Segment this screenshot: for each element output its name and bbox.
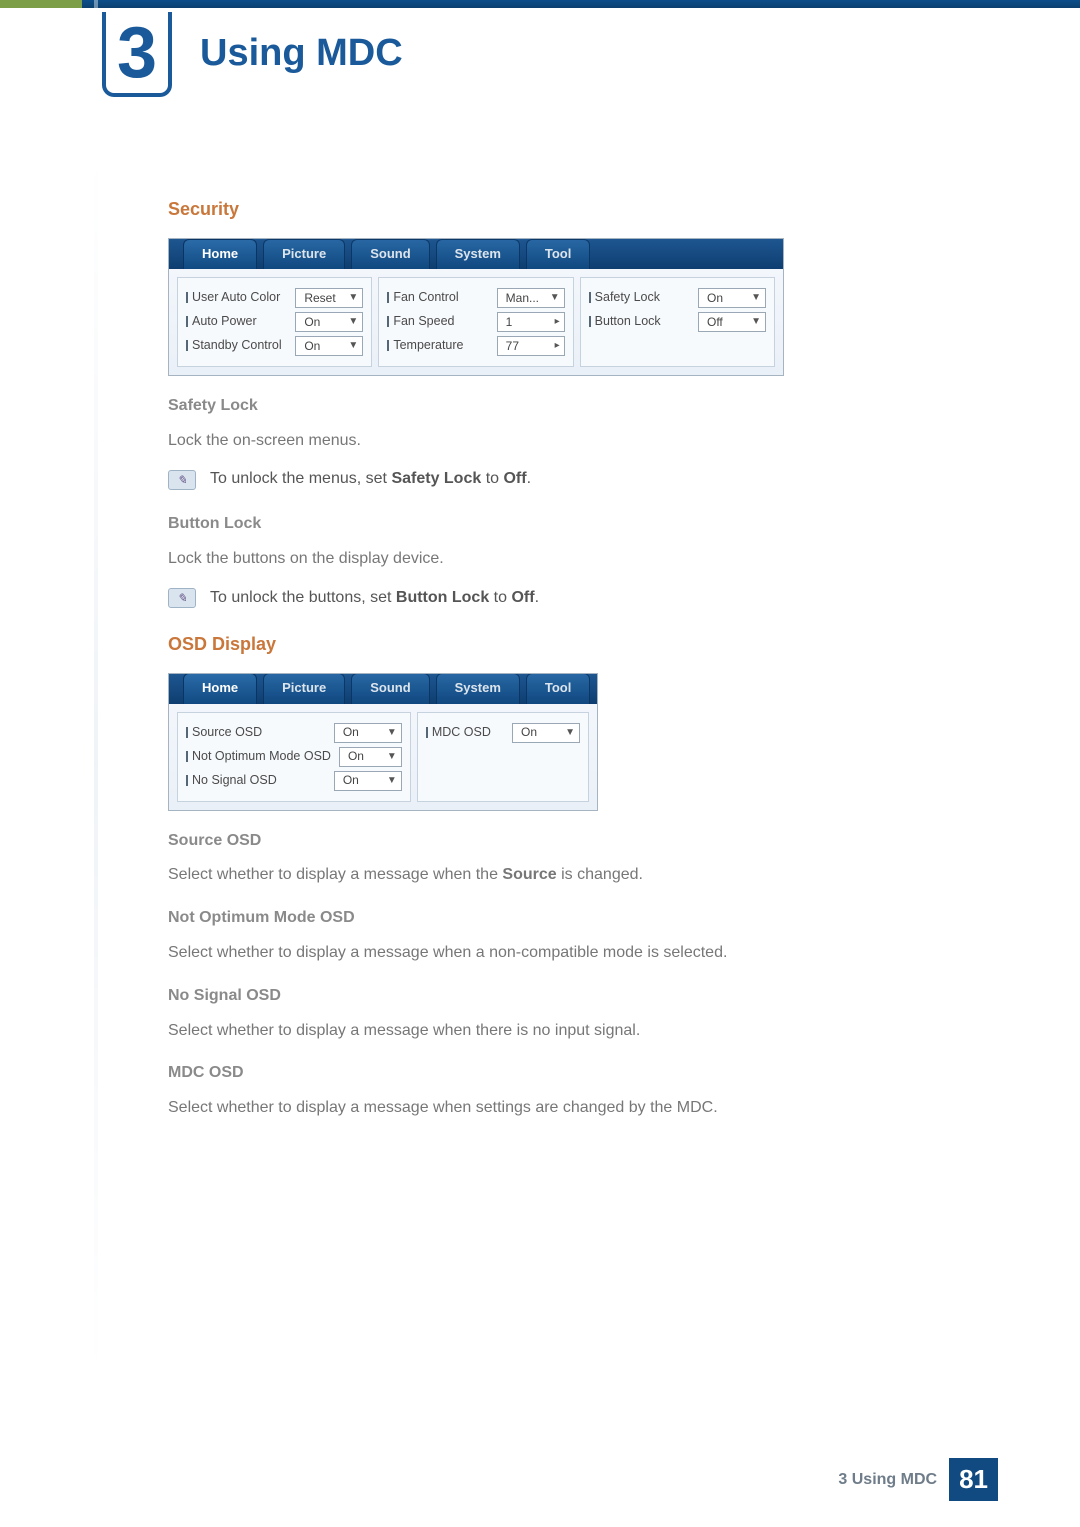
note-text: To unlock the buttons, set Button Lock t… [210, 586, 539, 611]
security-heading: Security [168, 196, 948, 224]
button-lock-desc: Lock the buttons on the display device. [168, 547, 948, 572]
mdc-osd-subheading: MDC OSD [168, 1061, 948, 1086]
note-icon: ✎ [168, 588, 196, 608]
safety-lock-desc: Lock the on-screen menus. [168, 429, 948, 454]
security-tab-row: Home Picture Sound System Tool [169, 239, 783, 269]
tab-sound[interactable]: Sound [351, 239, 429, 269]
tab-tool[interactable]: Tool [526, 239, 590, 269]
chevron-down-icon: ▼ [387, 749, 397, 765]
chapter-number-badge: 3 [102, 12, 172, 97]
tab-system[interactable]: System [436, 239, 520, 269]
auto-power-select[interactable]: On ▼ [295, 312, 363, 332]
chapter-number: 3 [117, 12, 157, 94]
tab-tool[interactable]: Tool [526, 673, 590, 703]
no-signal-osd-label: No Signal OSD [186, 771, 277, 790]
chevron-down-icon: ▼ [751, 314, 761, 330]
tab-home[interactable]: Home [183, 239, 257, 269]
fan-control-label: Fan Control [387, 288, 458, 307]
chapter-title: Using MDC [200, 32, 403, 75]
chevron-down-icon: ▼ [387, 725, 397, 741]
source-osd-desc: Select whether to display a message when… [168, 863, 948, 888]
source-osd-select[interactable]: On ▼ [334, 723, 402, 743]
not-optimum-osd-select[interactable]: On ▼ [339, 747, 402, 767]
standby-control-select[interactable]: On ▼ [295, 336, 363, 356]
tab-home[interactable]: Home [183, 673, 257, 703]
security-col-3: Safety Lock On ▼ Button Lock Off ▼ [580, 277, 775, 367]
mdc-osd-desc: Select whether to display a message when… [168, 1096, 948, 1121]
chevron-down-icon: ▼ [387, 773, 397, 789]
no-signal-desc: Select whether to display a message when… [168, 1019, 948, 1044]
not-optimum-osd-label: Not Optimum Mode OSD [186, 747, 331, 766]
fan-speed-label: Fan Speed [387, 312, 454, 331]
safety-lock-label: Safety Lock [589, 288, 660, 307]
note-text: To unlock the menus, set Safety Lock to … [210, 467, 531, 492]
button-lock-label: Button Lock [589, 312, 661, 331]
chevron-down-icon: ▼ [565, 725, 575, 741]
fan-control-select[interactable]: Man... ▼ [497, 288, 565, 308]
chevron-down-icon: ▼ [348, 290, 358, 306]
osd-tab-row: Home Picture Sound System Tool [169, 674, 597, 704]
tab-system[interactable]: System [436, 673, 520, 703]
osd-panel: Home Picture Sound System Tool Source OS… [168, 673, 598, 811]
tab-sound[interactable]: Sound [351, 673, 429, 703]
auto-power-label: Auto Power [186, 312, 257, 331]
note-icon: ✎ [168, 470, 196, 490]
temperature-label: Temperature [387, 336, 463, 355]
security-panel: Home Picture Sound System Tool User Auto… [168, 238, 784, 376]
source-osd-subheading: Source OSD [168, 829, 948, 854]
osd-heading: OSD Display [168, 631, 948, 659]
chevron-down-icon: ▼ [348, 314, 358, 330]
not-optimum-subheading: Not Optimum Mode OSD [168, 906, 948, 931]
chevron-right-icon: ▸ [555, 338, 560, 354]
osd-col-1: Source OSD On ▼ Not Optimum Mode OSD On … [177, 712, 411, 802]
footer-page-number: 81 [949, 1458, 998, 1501]
button-lock-select[interactable]: Off ▼ [698, 312, 766, 332]
tab-picture[interactable]: Picture [263, 673, 345, 703]
page-footer: 3 Using MDC 81 [838, 1458, 998, 1501]
safety-lock-note: ✎ To unlock the menus, set Safety Lock t… [168, 467, 948, 492]
security-col-2: Fan Control Man... ▼ Fan Speed 1 ▸ Tempe… [378, 277, 573, 367]
footer-chapter-text: 3 Using MDC [838, 1471, 937, 1489]
chevron-down-icon: ▼ [550, 290, 560, 306]
temperature-stepper[interactable]: 77 ▸ [497, 336, 565, 356]
mdc-osd-label: MDC OSD [426, 723, 491, 742]
fan-speed-stepper[interactable]: 1 ▸ [497, 312, 565, 332]
top-accent-bars [0, 0, 1080, 8]
osd-col-2: MDC OSD On ▼ [417, 712, 589, 802]
no-signal-osd-select[interactable]: On ▼ [334, 771, 402, 791]
not-optimum-desc: Select whether to display a message when… [168, 941, 948, 966]
tab-picture[interactable]: Picture [263, 239, 345, 269]
left-binding-strip [94, 0, 98, 1527]
chevron-down-icon: ▼ [348, 338, 358, 354]
standby-control-label: Standby Control [186, 336, 282, 355]
mdc-osd-select[interactable]: On ▼ [512, 723, 580, 743]
user-auto-color-label: User Auto Color [186, 288, 280, 307]
button-lock-note: ✎ To unlock the buttons, set Button Lock… [168, 586, 948, 611]
chevron-down-icon: ▼ [751, 290, 761, 306]
button-lock-subheading: Button Lock [168, 512, 948, 537]
security-col-1: User Auto Color Reset ▼ Auto Power On ▼ … [177, 277, 372, 367]
chevron-right-icon: ▸ [555, 314, 560, 330]
user-auto-color-select[interactable]: Reset ▼ [295, 288, 363, 308]
safety-lock-subheading: Safety Lock [168, 394, 948, 419]
safety-lock-select[interactable]: On ▼ [698, 288, 766, 308]
no-signal-subheading: No Signal OSD [168, 984, 948, 1009]
source-osd-label: Source OSD [186, 723, 262, 742]
